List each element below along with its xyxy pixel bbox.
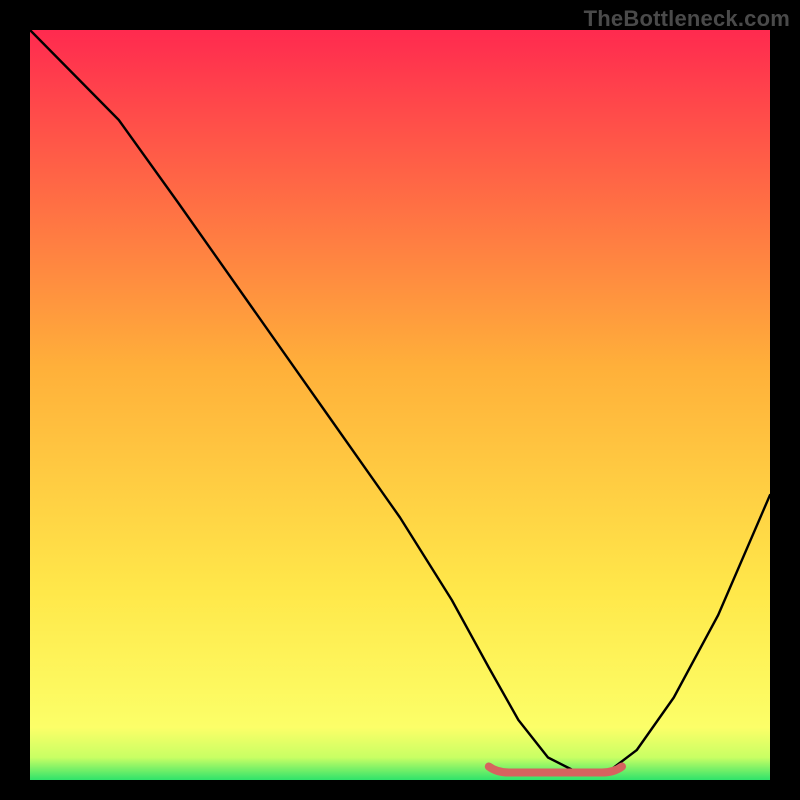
chart-container: TheBottleneck.com <box>0 0 800 800</box>
plot-bg <box>30 30 770 780</box>
watermark-text: TheBottleneck.com <box>584 6 790 32</box>
bottleneck-chart <box>30 30 770 780</box>
